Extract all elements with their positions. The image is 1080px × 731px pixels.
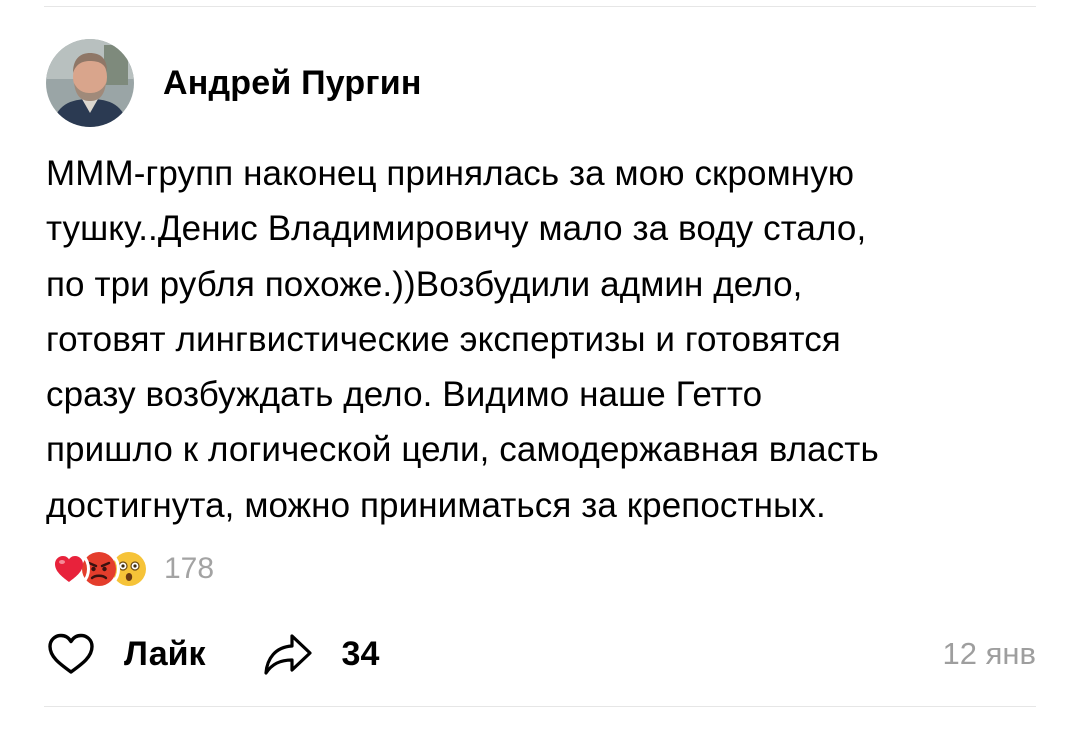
heart-outline-icon [48, 633, 94, 674]
avatar-photo [46, 39, 134, 127]
heart-emoji-icon [48, 548, 90, 590]
post-text: МММ-групп наконец принялась за мою скром… [46, 154, 879, 525]
post-header: Андрей Пургин [46, 38, 422, 128]
reaction-count: 178 [164, 552, 215, 585]
share-button[interactable]: 34 [262, 631, 380, 677]
top-divider [44, 6, 1036, 7]
author-avatar[interactable] [46, 39, 134, 127]
share-count: 34 [341, 634, 380, 673]
like-label: Лайк [124, 634, 206, 673]
reactions-summary[interactable]: 178 [48, 548, 214, 590]
share-arrow-icon [263, 634, 312, 675]
post-date: 12 янв [942, 636, 1036, 671]
bottom-divider [44, 706, 1036, 707]
author-name[interactable]: Андрей Пургин [163, 64, 422, 103]
action-bar: Лайк 34 12 янв [46, 624, 1036, 684]
reaction-icons [48, 548, 150, 590]
like-button[interactable]: Лайк [46, 632, 206, 676]
